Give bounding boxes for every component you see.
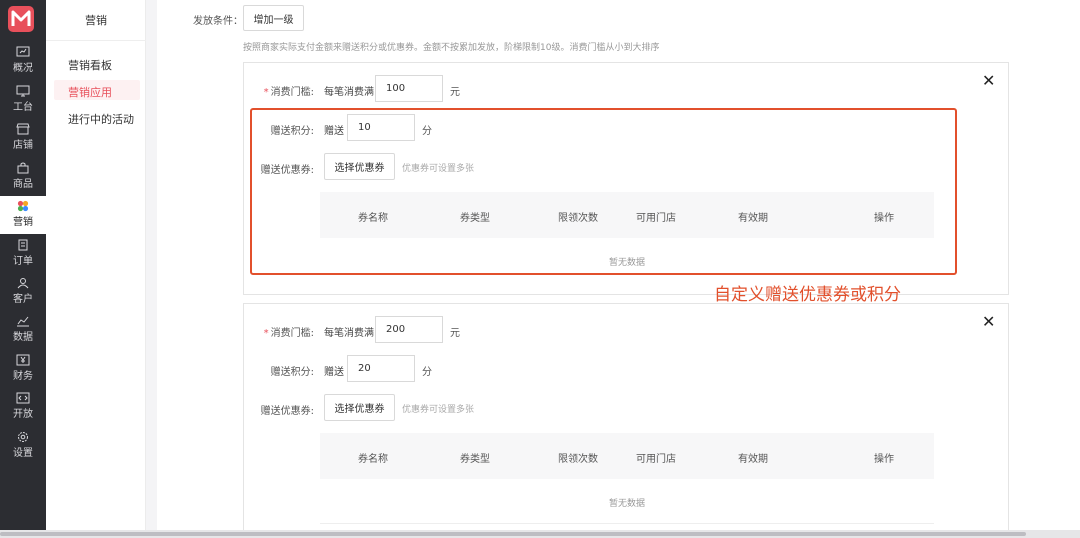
content-gutter xyxy=(147,0,157,530)
rail-item-goods[interactable]: 商品 xyxy=(0,158,46,196)
coupon-hint: 优惠券可设置多张 xyxy=(402,405,475,415)
coupon-table: 券名称 券类型 限领次数 可用门店 有效期 操作 暂无数据 xyxy=(320,433,934,533)
rail-item-label: 店铺 xyxy=(13,140,33,151)
monitor-icon xyxy=(16,85,30,97)
level-card-2: ✕ * 消费门槛: 每笔消费满 200 元 赠送积分: 赠送 20 分 赠送优惠券… xyxy=(243,303,1009,533)
marketing-icon xyxy=(17,200,29,212)
rail-item-label: 工台 xyxy=(13,102,33,113)
threshold-prefix: 每笔消费满 xyxy=(324,328,374,339)
points-label: 赠送积分: xyxy=(270,367,314,378)
submenu-title: 营销 xyxy=(85,14,107,27)
column-stores: 可用门店 xyxy=(636,454,676,465)
rail-item-store[interactable]: 店铺 xyxy=(0,119,46,157)
rail-item-label: 订单 xyxy=(13,256,33,267)
required-mark: * xyxy=(263,328,269,339)
coupon-label: 赠送优惠券: xyxy=(260,406,314,417)
order-icon xyxy=(18,239,28,251)
store-icon xyxy=(16,123,30,135)
horizontal-scrollbar[interactable] xyxy=(0,530,1080,538)
left-rail: 概况 工台 店铺 商品 营销 订单 客户 数据 财务 开放 设置 xyxy=(0,0,46,530)
threshold-input[interactable]: 100 xyxy=(375,75,443,102)
rail-item-data[interactable]: 数据 xyxy=(0,311,46,349)
rail-item-overview[interactable]: 概况 xyxy=(0,42,46,80)
rail-item-label: 设置 xyxy=(13,448,33,459)
points-input[interactable]: 20 xyxy=(347,355,415,382)
rail-item-marketing[interactable]: 营销 xyxy=(0,196,46,234)
rail-item-label: 数据 xyxy=(13,332,33,343)
rail-item-label: 财务 xyxy=(13,371,33,382)
close-icon[interactable]: ✕ xyxy=(982,71,995,90)
rail-item-orders[interactable]: 订单 xyxy=(0,235,46,273)
table-header: 券名称 券类型 限领次数 可用门店 有效期 操作 xyxy=(320,433,934,479)
bag-icon xyxy=(17,162,29,174)
overview-icon xyxy=(16,46,30,57)
rail-item-label: 营销 xyxy=(13,217,33,228)
column-coupon-type: 券类型 xyxy=(460,454,490,465)
rail-item-customers[interactable]: 客户 xyxy=(0,273,46,311)
points-unit: 分 xyxy=(422,367,432,378)
rail-item-label: 开放 xyxy=(13,409,33,420)
secondary-menu: 营销 营销看板 营销应用 进行中的活动 xyxy=(46,0,146,530)
points-prefix: 赠送 xyxy=(324,367,344,378)
threshold-input[interactable]: 200 xyxy=(375,316,443,343)
column-validity: 有效期 xyxy=(738,454,768,465)
submenu-item-apps[interactable]: 营销应用 xyxy=(68,84,112,100)
column-claim-limit: 限领次数 xyxy=(558,454,598,465)
threshold-unit: 元 xyxy=(450,87,460,98)
logo-icon xyxy=(11,10,31,26)
condition-label: 发放条件： xyxy=(193,16,243,27)
rail-item-settings[interactable]: 设置 xyxy=(0,427,46,465)
add-level-button[interactable]: 增加一级 xyxy=(243,5,304,31)
table-divider xyxy=(320,523,934,524)
rail-item-open[interactable]: 开放 xyxy=(0,388,46,426)
threshold-label: * 消费门槛: xyxy=(263,87,314,98)
rail-item-label: 概况 xyxy=(13,63,33,74)
user-icon xyxy=(17,278,29,289)
gear-icon xyxy=(18,432,28,442)
empty-state: 暂无数据 xyxy=(608,499,645,509)
column-actions: 操作 xyxy=(874,454,894,465)
submenu-item-dashboard[interactable]: 营销看板 xyxy=(68,57,112,73)
app-logo[interactable] xyxy=(8,6,34,32)
app-root: 概况 工台 店铺 商品 营销 订单 客户 数据 财务 开放 设置 营销 营销看板… xyxy=(0,0,1080,538)
submenu-item-active-campaigns[interactable]: 进行中的活动 xyxy=(68,111,134,127)
rail-item-label: 客户 xyxy=(13,294,33,305)
close-icon[interactable]: ✕ xyxy=(982,312,995,331)
select-coupon-button[interactable]: 选择优惠券 xyxy=(324,394,395,421)
threshold-label: * 消费门槛: xyxy=(263,328,314,339)
code-icon xyxy=(16,392,30,404)
rail-item-label: 商品 xyxy=(13,179,33,190)
chart-icon xyxy=(17,316,29,327)
condition-hint: 按照商家实际支付金额来赠送积分或优惠券。金额不按累加发放，阶梯限制10级。消费门… xyxy=(243,43,660,53)
threshold-prefix: 每笔消费满 xyxy=(324,87,374,98)
scrollbar-thumb[interactable] xyxy=(0,532,1026,536)
rail-item-finance[interactable]: 财务 xyxy=(0,350,46,388)
submenu-divider xyxy=(46,40,146,41)
threshold-unit: 元 xyxy=(450,328,460,339)
finance-icon xyxy=(16,354,30,366)
required-mark: * xyxy=(263,87,269,98)
column-coupon-name: 券名称 xyxy=(358,454,388,465)
rail-item-workbench[interactable]: 工台 xyxy=(0,81,46,119)
annotation-text: 自定义赠送优惠券或积分 xyxy=(714,285,901,305)
annotation-highlight-box xyxy=(250,108,957,275)
